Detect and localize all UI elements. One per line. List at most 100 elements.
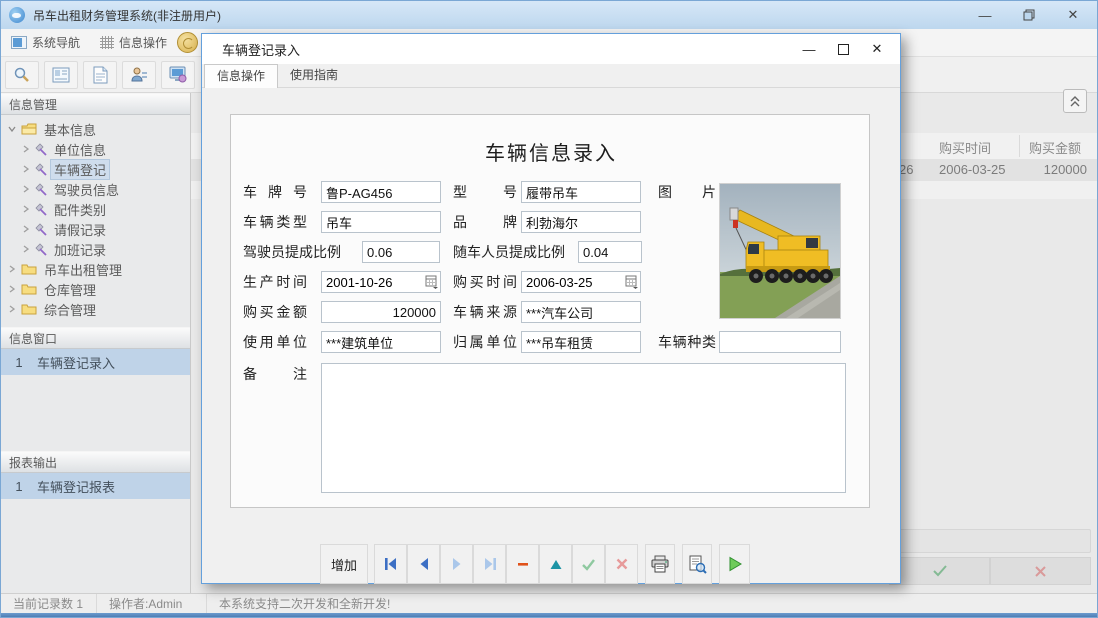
tree-item-parts-category[interactable]: 配件类别 (1, 199, 190, 219)
collapse-panel-button[interactable] (1063, 89, 1087, 113)
grid-cell-date: 2006-03-25 (939, 162, 1006, 177)
label-crew-ratio: 随车人员提成比例 (453, 241, 565, 263)
owner-unit-input[interactable] (521, 331, 641, 353)
dialog-title: 车辆登记录入 (222, 40, 300, 59)
maximize-icon (838, 44, 849, 55)
edit-record-button[interactable] (539, 544, 572, 584)
x-icon (1035, 566, 1046, 577)
purchase-date-input[interactable] (522, 272, 622, 292)
driver-ratio-input[interactable] (362, 241, 440, 263)
use-unit-input[interactable] (321, 331, 441, 353)
tab-system-nav[interactable]: 系统导航 (1, 30, 90, 56)
model-input[interactable] (521, 181, 641, 203)
info-window-item[interactable]: 1 车辆登记录入 (1, 349, 190, 375)
personnel-button[interactable] (122, 61, 156, 89)
crew-ratio-input[interactable] (578, 241, 642, 263)
post-record-button[interactable] (572, 544, 605, 584)
chevron-right-icon (21, 245, 31, 253)
app-logo-icon (9, 7, 25, 23)
folder-icon (21, 283, 37, 295)
dialog-minimize-button[interactable]: — (792, 35, 826, 63)
tree-item-vehicle-reg[interactable]: 车辆登记 (1, 159, 190, 179)
calendar-dropdown-icon[interactable] (422, 272, 440, 292)
label-purchase-amount: 购买金额 (243, 301, 307, 323)
status-bar: 当前记录数 1 操作者:Admin 本系统支持二次开发和全新开发! (1, 593, 1098, 613)
tab-info-operation[interactable]: 信息操作 (90, 30, 177, 56)
production-date-picker (321, 271, 441, 293)
dialog-maximize-button[interactable] (826, 35, 860, 63)
print-preview-button[interactable] (682, 544, 712, 584)
tab-info-operation-label: 信息操作 (119, 34, 167, 51)
label-driver-ratio: 驾驶员提成比例 (243, 241, 341, 263)
tree-node-basic-info-label: 基本信息 (41, 120, 99, 139)
vehicle-photo[interactable] (719, 183, 841, 319)
report-item-label: 车辆登记报表 (37, 477, 115, 496)
dialog-close-button[interactable]: ✕ (860, 35, 894, 63)
search-button[interactable] (5, 61, 39, 89)
brand-input[interactable] (521, 211, 641, 233)
tree-folder-comprehensive[interactable]: 综合管理 (1, 299, 190, 319)
info-card-button[interactable] (44, 61, 78, 89)
minimize-button[interactable]: — (963, 1, 1007, 29)
folder-icon (21, 263, 37, 275)
grid-col-buy-amount[interactable]: 购买金额 (1029, 138, 1081, 157)
tree-node-basic-info[interactable]: 基本信息 (1, 119, 190, 139)
label-vehicle-type: 车辆类型 (243, 211, 307, 233)
tree-folder-label: 吊车出租管理 (41, 260, 125, 279)
status-message: 本系统支持二次开发和全新开发! (207, 594, 402, 613)
report-item[interactable]: 1 车辆登记报表 (1, 473, 190, 499)
vehicle-type-input[interactable] (321, 211, 441, 233)
prior-record-button[interactable] (407, 544, 440, 584)
monitor-button[interactable] (161, 61, 195, 89)
document-button[interactable] (83, 61, 117, 89)
delete-record-button[interactable] (506, 544, 539, 584)
post-record-icon (581, 558, 596, 571)
print-icon (650, 555, 670, 573)
cancel-button[interactable] (990, 557, 1091, 585)
last-record-button[interactable] (473, 544, 506, 584)
info-card-icon (52, 67, 70, 83)
purchase-amount-input[interactable] (321, 301, 441, 323)
remark-textarea[interactable] (321, 363, 846, 493)
label-vehicle-source: 车辆来源 (453, 301, 517, 323)
tree-folder-crane-rental[interactable]: 吊车出租管理 (1, 259, 190, 279)
background-record-buttons (889, 557, 1091, 585)
dialog-tab-guide[interactable]: 使用指南 (278, 64, 350, 87)
vehicle-source-input[interactable] (521, 301, 641, 323)
add-button[interactable]: 增加 (320, 544, 368, 584)
category-input[interactable] (719, 331, 841, 353)
production-date-input[interactable] (322, 272, 422, 292)
tree-folder-label: 综合管理 (41, 300, 99, 319)
tree-item-driver-info[interactable]: 驾驶员信息 (1, 179, 190, 199)
calendar-dropdown-icon[interactable] (622, 272, 640, 292)
coin-icon[interactable] (177, 32, 198, 53)
collapse-chevrons-icon (1070, 96, 1080, 107)
next-record-button[interactable] (440, 544, 473, 584)
label-remark: 备注 (243, 363, 307, 385)
sidebar-header-report: 报表输出 (1, 451, 190, 473)
sidebar-spacer (1, 375, 190, 451)
print-preview-icon (688, 555, 707, 574)
close-button[interactable]: ✕ (1051, 1, 1095, 29)
label-plate: 车牌号 (243, 181, 307, 203)
label-owner-unit: 归属单位 (453, 331, 517, 353)
label-brand: 品牌 (453, 211, 517, 233)
tree-item-leave-records[interactable]: 请假记录 (1, 219, 190, 239)
tree-folder-warehouse[interactable]: 仓库管理 (1, 279, 190, 299)
post-button[interactable] (889, 557, 990, 585)
print-button[interactable] (645, 544, 675, 584)
grid-col-buy-date[interactable]: 购买时间 (939, 138, 991, 157)
last-record-icon (482, 557, 498, 571)
run-button[interactable] (719, 544, 750, 584)
nav-panel-icon (11, 36, 27, 49)
first-record-button[interactable] (374, 544, 407, 584)
next-record-icon (450, 557, 464, 571)
check-icon (933, 565, 947, 577)
grid-cell-partial: 26 (899, 162, 913, 177)
tree-item-unit-info[interactable]: 单位信息 (1, 139, 190, 159)
tree-item-overtime-records[interactable]: 加班记录 (1, 239, 190, 259)
dialog-tab-info-operation[interactable]: 信息操作 (204, 64, 278, 88)
cancel-record-button[interactable] (605, 544, 638, 584)
plate-input[interactable] (321, 181, 441, 203)
restore-button[interactable] (1007, 1, 1051, 29)
